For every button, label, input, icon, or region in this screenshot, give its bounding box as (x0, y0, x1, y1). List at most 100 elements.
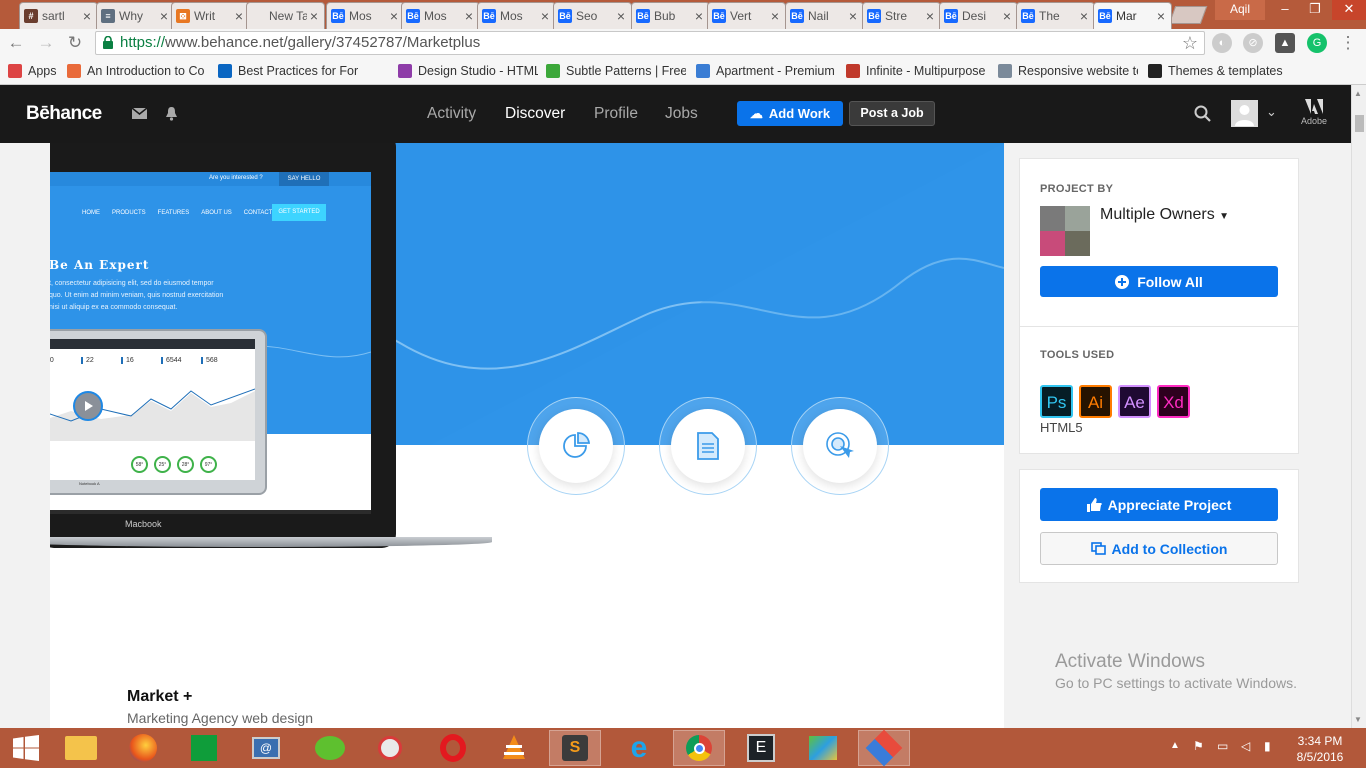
bookmark-item[interactable]: Best Practices for Forn (218, 62, 358, 80)
browser-tab[interactable]: Bē Desi × (939, 2, 1018, 29)
chevron-down-icon[interactable]: ⌄ (1266, 104, 1277, 120)
tray-volume-icon[interactable]: ◁ (1241, 739, 1250, 753)
maximize-icon[interactable]: ❐ (1300, 0, 1330, 20)
search-icon[interactable] (1194, 105, 1211, 122)
tab-close-icon[interactable]: × (1154, 8, 1168, 24)
adobe-logo[interactable]: Adobe (1297, 99, 1331, 126)
tray-expand-icon[interactable]: ▲ (1170, 740, 1180, 751)
browser-tab[interactable]: Bē The × (1016, 2, 1095, 29)
taskbar-clock[interactable]: 3:34 PM 8/5/2016 (1290, 733, 1350, 765)
browser-tab[interactable]: # sartl × (19, 2, 98, 29)
scroll-down-icon[interactable]: ▼ (1354, 715, 1362, 724)
extension-icon[interactable]: ◐ (1212, 33, 1232, 53)
browser-tab[interactable]: Bē Bub × (631, 2, 710, 29)
file-explorer-icon[interactable] (55, 730, 107, 766)
nav-jobs[interactable]: Jobs (665, 105, 698, 123)
nav-discover[interactable]: Discover (505, 105, 565, 123)
browser-tab[interactable]: Bē Mar × (1093, 2, 1172, 29)
store-icon[interactable] (178, 730, 230, 766)
nav-profile[interactable]: Profile (594, 105, 638, 123)
bookmark-item[interactable]: Apps (8, 62, 58, 80)
bookmark-item[interactable]: Responsive website te (998, 62, 1138, 80)
tab-close-icon[interactable]: × (768, 8, 782, 24)
tab-close-icon[interactable]: × (80, 8, 94, 24)
mail-icon[interactable] (132, 108, 147, 119)
menu-icon[interactable]: ⋮ (1338, 33, 1358, 53)
tab-close-icon[interactable]: × (614, 8, 628, 24)
tray-network-icon[interactable]: ▮ (1264, 739, 1271, 753)
browser-tab[interactable]: ≡ Why × (96, 2, 175, 29)
email-app-icon[interactable]: @ (240, 730, 292, 766)
add-to-collection-button[interactable]: Add to Collection (1040, 532, 1278, 565)
avatar[interactable] (1231, 100, 1258, 127)
minimize-icon[interactable]: – (1270, 0, 1300, 20)
grammarly-icon[interactable]: G (1307, 33, 1327, 53)
editor-app-icon[interactable]: E (735, 730, 787, 766)
reload-icon[interactable]: ↻ (65, 33, 85, 53)
extension-icon[interactable]: ▲ (1275, 33, 1295, 53)
tool-ae-icon[interactable]: Ae (1118, 385, 1151, 418)
tab-close-icon[interactable]: × (462, 8, 476, 24)
tab-close-icon[interactable]: × (1077, 8, 1091, 24)
forward-icon[interactable]: → (36, 33, 56, 53)
browser-tab[interactable]: Bē Stre × (862, 2, 941, 29)
browser-tab[interactable]: Bē Seo × (553, 2, 632, 29)
sublime-text-icon[interactable]: S (549, 730, 601, 766)
pinned-app-icon[interactable] (364, 730, 416, 766)
browser-tab[interactable]: Bē Mos × (401, 2, 480, 29)
behance-logo[interactable]: Bēhance (26, 103, 102, 125)
new-tab-button[interactable] (1168, 6, 1208, 24)
tab-close-icon[interactable]: × (387, 8, 401, 24)
extension-icon[interactable]: ⊘ (1243, 33, 1263, 53)
tab-close-icon[interactable]: × (923, 8, 937, 24)
tool-ps-icon[interactable]: Ps (1040, 385, 1073, 418)
add-work-button[interactable]: ☁ Add Work (737, 101, 843, 126)
vertical-scrollbar[interactable]: ▲ ▼ (1351, 85, 1366, 728)
browser-tab[interactable]: Bē Vert × (707, 2, 786, 29)
browser-tab[interactable]: Bē Mos × (477, 2, 556, 29)
address-bar[interactable]: https://www.behance.net/gallery/37452787… (95, 31, 1205, 55)
bookmark-item[interactable]: Subtle Patterns | Free (546, 62, 686, 80)
tool-html5[interactable]: HTML5 (1040, 420, 1083, 435)
follow-all-button[interactable]: Follow All (1040, 266, 1278, 297)
profile-name[interactable]: Aqil (1215, 0, 1265, 20)
internet-explorer-icon[interactable]: e (613, 730, 665, 766)
windows-start-icon[interactable] (0, 730, 52, 766)
bookmark-item[interactable]: Infinite - Multipurpose (846, 62, 988, 80)
nav-activity[interactable]: Activity (427, 105, 476, 123)
bookmark-item[interactable]: An Introduction to Co (67, 62, 207, 80)
tab-close-icon[interactable]: × (232, 8, 246, 24)
chrome-icon[interactable] (673, 730, 725, 766)
tab-close-icon[interactable]: × (538, 8, 552, 24)
owners-dropdown[interactable]: Multiple Owners ▼ (1100, 206, 1229, 224)
tray-flag-icon[interactable]: ⚑ (1193, 739, 1204, 753)
owners-avatars[interactable] (1040, 206, 1090, 256)
close-icon[interactable]: ✕ (1332, 0, 1366, 20)
bell-icon[interactable] (165, 106, 178, 121)
browser-tab[interactable]: New Ta × (246, 2, 325, 29)
tab-close-icon[interactable]: × (307, 8, 321, 24)
tool-ai-icon[interactable]: Ai (1079, 385, 1112, 418)
bookmark-star-icon[interactable]: ☆ (1182, 32, 1198, 54)
post-job-button[interactable]: Post a Job (849, 101, 935, 126)
play-button[interactable] (73, 391, 103, 421)
browser-tab[interactable]: Bē Nail × (785, 2, 864, 29)
tray-battery-icon[interactable]: ▭ (1217, 739, 1228, 753)
firefox-icon[interactable] (117, 730, 169, 766)
bookmark-item[interactable]: Themes & templates (1148, 62, 1308, 80)
back-icon[interactable]: ← (6, 33, 26, 53)
bookmark-item[interactable]: Apartment - Premium (696, 62, 836, 80)
frog-app-icon[interactable] (304, 730, 356, 766)
bookmark-item[interactable]: Design Studio - HTML (398, 62, 538, 80)
appreciate-project-button[interactable]: Appreciate Project (1040, 488, 1278, 521)
browser-tab[interactable]: ⊠ Writ × (171, 2, 250, 29)
tab-close-icon[interactable]: × (157, 8, 171, 24)
bluestacks-icon[interactable] (797, 730, 849, 766)
scroll-up-icon[interactable]: ▲ (1354, 89, 1362, 98)
browser-tab[interactable]: Bē Mos × (326, 2, 405, 29)
vlc-icon[interactable] (488, 730, 540, 766)
opera-icon[interactable] (427, 730, 479, 766)
pinned-app-icon[interactable] (858, 729, 910, 767)
tab-close-icon[interactable]: × (846, 8, 860, 24)
tab-close-icon[interactable]: × (1000, 8, 1014, 24)
